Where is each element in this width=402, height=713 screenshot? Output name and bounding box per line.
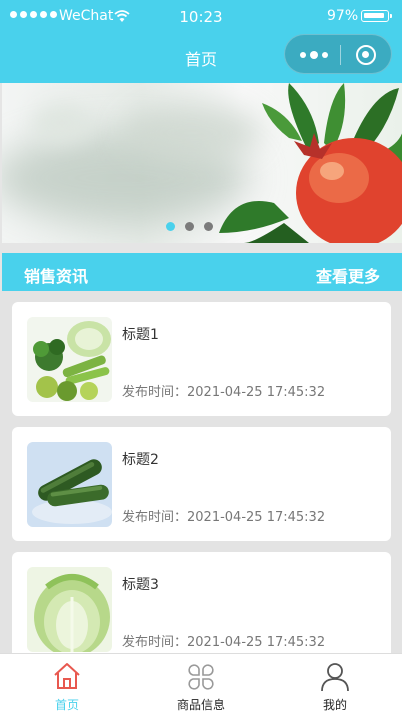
- top-bar: WeChat 10:23 97% 首页: [0, 0, 402, 83]
- publish-time: 发布时间：2021-04-25 17:45:32: [122, 385, 326, 400]
- status-bar: WeChat 10:23 97%: [0, 0, 402, 34]
- news-title: 标题3: [122, 577, 159, 593]
- capsule-divider: [340, 45, 341, 65]
- carousel-dot-active[interactable]: [166, 222, 175, 231]
- more-menu-icon[interactable]: [300, 51, 328, 59]
- news-card[interactable]: 标题1 发布时间：2021-04-25 17:45:32: [12, 302, 391, 416]
- banner-carousel[interactable]: [2, 83, 402, 243]
- vegetables-thumbnail: [27, 317, 112, 402]
- news-card[interactable]: 标题2 发布时间：2021-04-25 17:45:32: [12, 427, 391, 541]
- tab-label: 首页: [54, 698, 79, 712]
- tab-label: 商品信息: [176, 698, 225, 712]
- pomegranate-image: [219, 83, 402, 243]
- news-title: 标题1: [122, 327, 159, 343]
- tab-mine[interactable]: 我的: [268, 654, 402, 713]
- grid-icon: [188, 664, 214, 690]
- tab-home[interactable]: 首页: [0, 654, 134, 713]
- cucumber-thumbnail: [27, 442, 112, 527]
- tab-products[interactable]: 商品信息: [134, 654, 268, 713]
- news-card[interactable]: 标题3 发布时间：2021-04-25 17:45:32: [12, 552, 391, 653]
- section-title: 销售资讯: [24, 267, 89, 286]
- phone-screen: WeChat 10:23 97% 首页 销售资讯 查看更多 标题1 发布时间：2…: [0, 0, 402, 713]
- carousel-dot[interactable]: [204, 222, 213, 231]
- carousel-indicator: [166, 222, 213, 231]
- bottom-tab-bar: 首页 商品信息 我的: [0, 653, 402, 713]
- miniprogram-capsule: [284, 34, 392, 74]
- publish-time: 发布时间：2021-04-25 17:45:32: [122, 635, 326, 650]
- view-more-link[interactable]: 查看更多: [316, 263, 380, 287]
- sales-news-header: 销售资讯 查看更多: [2, 253, 402, 291]
- user-icon: [321, 663, 349, 692]
- publish-time: 发布时间：2021-04-25 17:45:32: [122, 510, 326, 525]
- close-miniprogram-icon[interactable]: [356, 45, 376, 65]
- news-list[interactable]: 标题1 发布时间：2021-04-25 17:45:32 标题2 发布时间：20…: [0, 291, 402, 653]
- carousel-dot[interactable]: [185, 222, 194, 231]
- news-title: 标题2: [122, 452, 159, 468]
- home-icon: [54, 663, 80, 689]
- cabbage-thumbnail: [27, 567, 112, 652]
- battery-percent: 97%: [327, 8, 359, 24]
- battery-icon: [361, 10, 392, 22]
- tab-label: 我的: [322, 698, 347, 712]
